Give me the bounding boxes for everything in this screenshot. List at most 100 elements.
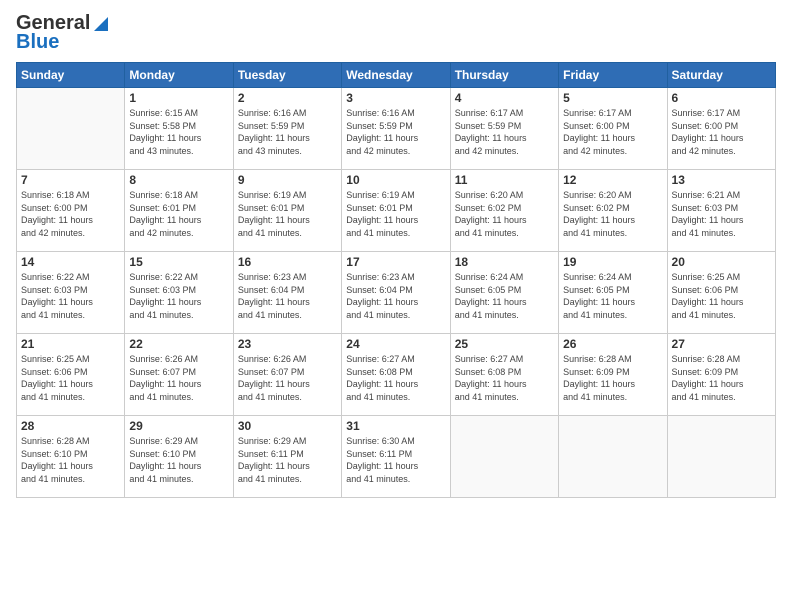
day-number: 3: [346, 91, 445, 105]
calendar-cell: 6 Sunrise: 6:17 AMSunset: 6:00 PMDaylight…: [667, 88, 775, 170]
day-info: Sunrise: 6:27 AMSunset: 6:08 PMDaylight:…: [346, 353, 445, 403]
calendar-header-friday: Friday: [559, 63, 667, 88]
day-number: 16: [238, 255, 337, 269]
calendar-cell: 5 Sunrise: 6:17 AMSunset: 6:00 PMDaylight…: [559, 88, 667, 170]
day-number: 4: [455, 91, 554, 105]
calendar-week-1: 1 Sunrise: 6:15 AMSunset: 5:58 PMDaylight…: [17, 88, 776, 170]
calendar-cell: 31 Sunrise: 6:30 AMSunset: 6:11 PMDayligh…: [342, 416, 450, 498]
day-number: 22: [129, 337, 228, 351]
day-number: 28: [21, 419, 120, 433]
calendar-cell: 13Sunrise: 6:21 AMSunset: 6:03 PMDayligh…: [667, 170, 775, 252]
day-info: Sunrise: 6:18 AMSunset: 6:00 PMDaylight:…: [21, 189, 120, 239]
calendar-cell: 22 Sunrise: 6:26 AMSunset: 6:07 PMDayligh…: [125, 334, 233, 416]
calendar-cell: 19 Sunrise: 6:24 AMSunset: 6:05 PMDayligh…: [559, 252, 667, 334]
calendar-cell: [667, 416, 775, 498]
day-number: 14: [21, 255, 120, 269]
day-info: Sunrise: 6:18 AMSunset: 6:01 PMDaylight:…: [129, 189, 228, 239]
calendar-header-monday: Monday: [125, 63, 233, 88]
day-number: 19: [563, 255, 662, 269]
calendar-cell: [17, 88, 125, 170]
day-info: Sunrise: 6:23 AMSunset: 6:04 PMDaylight:…: [346, 271, 445, 321]
day-info: Sunrise: 6:17 AMSunset: 5:59 PMDaylight:…: [455, 107, 554, 157]
day-info: Sunrise: 6:16 AMSunset: 5:59 PMDaylight:…: [346, 107, 445, 157]
calendar-cell: 25 Sunrise: 6:27 AMSunset: 6:08 PMDayligh…: [450, 334, 558, 416]
calendar-cell: 17 Sunrise: 6:23 AMSunset: 6:04 PMDayligh…: [342, 252, 450, 334]
calendar-cell: 20Sunrise: 6:25 AMSunset: 6:06 PMDayligh…: [667, 252, 775, 334]
calendar-cell: 3 Sunrise: 6:16 AMSunset: 5:59 PMDaylight…: [342, 88, 450, 170]
day-number: 17: [346, 255, 445, 269]
day-number: 27: [672, 337, 771, 351]
calendar-header-row: SundayMondayTuesdayWednesdayThursdayFrid…: [17, 63, 776, 88]
calendar-week-3: 14 Sunrise: 6:22 AMSunset: 6:03 PMDayligh…: [17, 252, 776, 334]
day-number: 9: [238, 173, 337, 187]
calendar-cell: 15 Sunrise: 6:22 AMSunset: 6:03 PMDayligh…: [125, 252, 233, 334]
calendar-table: SundayMondayTuesdayWednesdayThursdayFrid…: [16, 62, 776, 498]
calendar-week-4: 21Sunrise: 6:25 AMSunset: 6:06 PMDayligh…: [17, 334, 776, 416]
calendar-header-tuesday: Tuesday: [233, 63, 341, 88]
logo-bird-icon: [92, 15, 110, 33]
calendar-cell: [450, 416, 558, 498]
day-number: 11: [455, 173, 554, 187]
day-info: Sunrise: 6:26 AMSunset: 6:07 PMDaylight:…: [129, 353, 228, 403]
logo: General Blue: [16, 12, 110, 54]
day-number: 6: [672, 91, 771, 105]
day-info: Sunrise: 6:29 AMSunset: 6:11 PMDaylight:…: [238, 435, 337, 485]
calendar-cell: 28 Sunrise: 6:28 AMSunset: 6:10 PMDayligh…: [17, 416, 125, 498]
day-number: 15: [129, 255, 228, 269]
calendar-cell: 21Sunrise: 6:25 AMSunset: 6:06 PMDayligh…: [17, 334, 125, 416]
day-info: Sunrise: 6:30 AMSunset: 6:11 PMDaylight:…: [346, 435, 445, 485]
calendar-cell: 30 Sunrise: 6:29 AMSunset: 6:11 PMDayligh…: [233, 416, 341, 498]
calendar-cell: 1 Sunrise: 6:15 AMSunset: 5:58 PMDaylight…: [125, 88, 233, 170]
day-info: Sunrise: 6:29 AMSunset: 6:10 PMDaylight:…: [129, 435, 228, 485]
calendar-header-thursday: Thursday: [450, 63, 558, 88]
calendar-cell: 8 Sunrise: 6:18 AMSunset: 6:01 PMDaylight…: [125, 170, 233, 252]
day-info: Sunrise: 6:20 AMSunset: 6:02 PMDaylight:…: [455, 189, 554, 239]
day-number: 2: [238, 91, 337, 105]
calendar-cell: 29 Sunrise: 6:29 AMSunset: 6:10 PMDayligh…: [125, 416, 233, 498]
header: General Blue: [16, 12, 776, 54]
day-number: 5: [563, 91, 662, 105]
calendar-week-5: 28 Sunrise: 6:28 AMSunset: 6:10 PMDayligh…: [17, 416, 776, 498]
day-number: 8: [129, 173, 228, 187]
day-number: 29: [129, 419, 228, 433]
day-info: Sunrise: 6:21 AMSunset: 6:03 PMDaylight:…: [672, 189, 771, 239]
day-number: 30: [238, 419, 337, 433]
day-info: Sunrise: 6:24 AMSunset: 6:05 PMDaylight:…: [563, 271, 662, 321]
day-number: 1: [129, 91, 228, 105]
calendar-cell: 27 Sunrise: 6:28 AMSunset: 6:09 PMDayligh…: [667, 334, 775, 416]
calendar-cell: [559, 416, 667, 498]
page: General Blue SundayMondayTuesdayWednesda…: [0, 0, 792, 612]
day-number: 12: [563, 173, 662, 187]
day-info: Sunrise: 6:28 AMSunset: 6:09 PMDaylight:…: [563, 353, 662, 403]
calendar-header-sunday: Sunday: [17, 63, 125, 88]
day-number: 7: [21, 173, 120, 187]
calendar-cell: 16Sunrise: 6:23 AMSunset: 6:04 PMDayligh…: [233, 252, 341, 334]
calendar-cell: 9Sunrise: 6:19 AMSunset: 6:01 PMDaylight…: [233, 170, 341, 252]
day-info: Sunrise: 6:15 AMSunset: 5:58 PMDaylight:…: [129, 107, 228, 157]
day-info: Sunrise: 6:19 AMSunset: 6:01 PMDaylight:…: [346, 189, 445, 239]
day-info: Sunrise: 6:17 AMSunset: 6:00 PMDaylight:…: [563, 107, 662, 157]
day-info: Sunrise: 6:24 AMSunset: 6:05 PMDaylight:…: [455, 271, 554, 321]
calendar-cell: 23Sunrise: 6:26 AMSunset: 6:07 PMDayligh…: [233, 334, 341, 416]
day-number: 25: [455, 337, 554, 351]
day-info: Sunrise: 6:22 AMSunset: 6:03 PMDaylight:…: [129, 271, 228, 321]
calendar-cell: 18 Sunrise: 6:24 AMSunset: 6:05 PMDayligh…: [450, 252, 558, 334]
day-info: Sunrise: 6:20 AMSunset: 6:02 PMDaylight:…: [563, 189, 662, 239]
day-info: Sunrise: 6:25 AMSunset: 6:06 PMDaylight:…: [21, 353, 120, 403]
day-info: Sunrise: 6:17 AMSunset: 6:00 PMDaylight:…: [672, 107, 771, 157]
calendar-cell: 4 Sunrise: 6:17 AMSunset: 5:59 PMDaylight…: [450, 88, 558, 170]
day-info: Sunrise: 6:28 AMSunset: 6:10 PMDaylight:…: [21, 435, 120, 485]
day-info: Sunrise: 6:16 AMSunset: 5:59 PMDaylight:…: [238, 107, 337, 157]
calendar-cell: 14Sunrise: 6:22 AMSunset: 6:03 PMDayligh…: [17, 252, 125, 334]
day-number: 31: [346, 419, 445, 433]
day-number: 26: [563, 337, 662, 351]
calendar-cell: 24Sunrise: 6:27 AMSunset: 6:08 PMDayligh…: [342, 334, 450, 416]
day-info: Sunrise: 6:25 AMSunset: 6:06 PMDaylight:…: [672, 271, 771, 321]
logo-blue: Blue: [16, 31, 59, 54]
day-info: Sunrise: 6:27 AMSunset: 6:08 PMDaylight:…: [455, 353, 554, 403]
day-info: Sunrise: 6:28 AMSunset: 6:09 PMDaylight:…: [672, 353, 771, 403]
calendar-cell: 11 Sunrise: 6:20 AMSunset: 6:02 PMDayligh…: [450, 170, 558, 252]
day-number: 18: [455, 255, 554, 269]
calendar-week-2: 7 Sunrise: 6:18 AMSunset: 6:00 PMDaylight…: [17, 170, 776, 252]
day-info: Sunrise: 6:26 AMSunset: 6:07 PMDaylight:…: [238, 353, 337, 403]
